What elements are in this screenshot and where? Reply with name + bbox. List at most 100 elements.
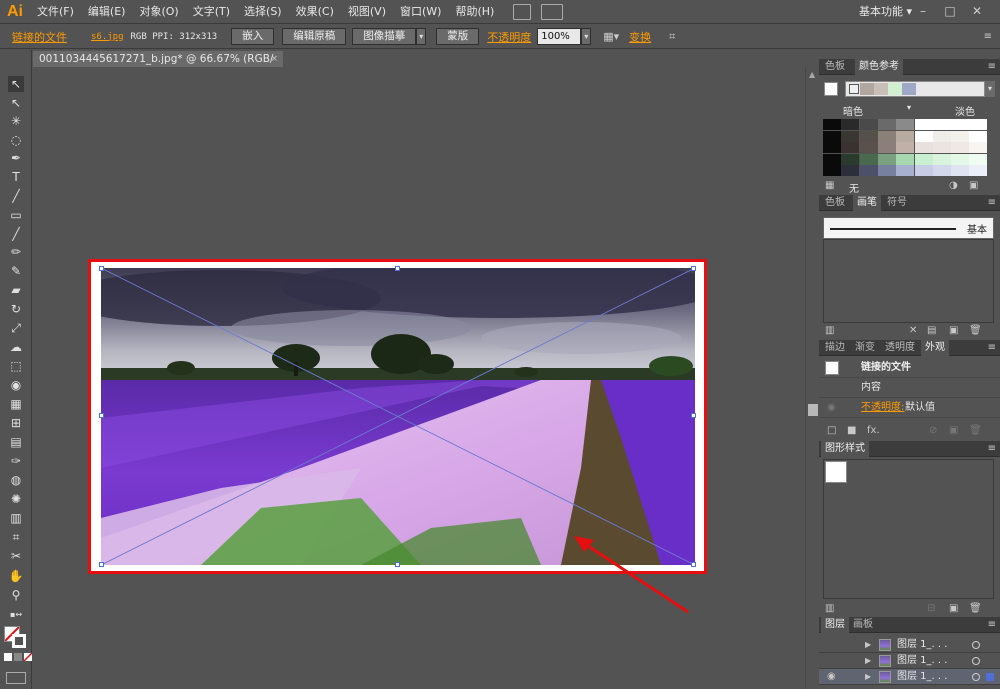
graphic-styles-menu-icon[interactable]: ≡ <box>988 441 996 457</box>
harmony-color-3[interactable] <box>874 83 888 95</box>
tab-symbols[interactable]: 符号 <box>883 195 911 211</box>
perspective-grid-tool-icon[interactable]: ▦ <box>8 396 24 412</box>
add-effect-icon[interactable]: fx. <box>867 425 880 436</box>
document-tab[interactable]: 0011034445617271_b.jpg* @ 66.67% (RGB/预览… <box>33 51 283 81</box>
none-mode-icon[interactable] <box>24 653 32 661</box>
brush-options-icon[interactable]: ▤ <box>927 325 936 336</box>
maximize-button[interactable]: □ <box>939 3 961 19</box>
pen-tool-icon[interactable]: ✒ <box>8 150 24 166</box>
close-tab-icon[interactable]: × <box>270 51 278 67</box>
tab-gradient[interactable]: 渐变 <box>851 340 879 356</box>
resize-handle-tl[interactable] <box>99 266 104 271</box>
layer-row[interactable]: ▶ 图层 1_. . . <box>819 653 1000 669</box>
layers-menu-icon[interactable]: ≡ <box>988 617 996 633</box>
default-graphic-style-swatch[interactable] <box>825 461 847 483</box>
color-guide-swatch[interactable] <box>896 142 915 154</box>
layer-row-selected[interactable]: ◉ ▶ 图层 1_. . . <box>819 669 1000 685</box>
color-guide-swatch[interactable] <box>877 130 896 142</box>
menu-effect[interactable]: 效果(C) <box>289 0 341 24</box>
harmony-color-2[interactable] <box>860 83 874 95</box>
artboard-tool-icon[interactable]: ⌗ <box>8 529 24 545</box>
menu-view[interactable]: 视图(V) <box>341 0 393 24</box>
color-guide-swatch[interactable] <box>969 119 988 130</box>
color-guide-swatch[interactable] <box>859 165 878 177</box>
workspace-switcher[interactable]: 基本功能 ▾ <box>859 0 912 24</box>
menu-type[interactable]: 文字(T) <box>186 0 237 24</box>
resize-handle-b[interactable] <box>395 562 400 567</box>
save-group-icon[interactable]: ▣ <box>969 180 978 191</box>
slice-tool-icon[interactable]: ✂ <box>8 548 24 564</box>
menu-file[interactable]: 文件(F) <box>30 0 81 24</box>
menu-object[interactable]: 对象(O) <box>132 0 185 24</box>
brushes-menu-icon[interactable]: ≡ <box>988 195 996 211</box>
warp-tool-icon[interactable]: ☁ <box>8 339 24 355</box>
lasso-tool-icon[interactable]: ◌ <box>8 132 24 148</box>
placed-image-lavender-field[interactable] <box>101 268 695 565</box>
new-graphic-style-icon[interactable]: ▣ <box>949 603 958 614</box>
recolor-icon[interactable]: ▦▾ <box>603 30 619 43</box>
color-guide-swatch[interactable] <box>969 142 988 154</box>
color-guide-swatch[interactable] <box>823 153 841 165</box>
color-guide-swatch[interactable] <box>877 165 896 177</box>
minimize-button[interactable]: – <box>912 3 934 19</box>
selection-tool-icon[interactable]: ↖ <box>8 76 24 92</box>
expand-arrow-icon[interactable]: ▶ <box>865 637 871 653</box>
color-guide-swatch[interactable] <box>823 130 841 142</box>
color-guide-swatch[interactable] <box>877 153 896 165</box>
tab-transparency[interactable]: 透明度 <box>881 340 919 356</box>
color-guide-swatch[interactable] <box>969 130 988 142</box>
opacity-attribute-link[interactable]: 不透明度: <box>861 398 904 418</box>
panel-menu-icon[interactable]: ≡ <box>984 31 992 42</box>
color-guide-swatch[interactable] <box>896 119 915 130</box>
magic-wand-tool-icon[interactable]: ✳ <box>8 113 24 129</box>
transform-link[interactable]: 变换 <box>629 29 651 45</box>
brush-libraries-icon[interactable]: ▥ <box>825 325 834 336</box>
variation-dropdown-icon[interactable]: ▾ <box>907 103 911 112</box>
default-colors-icon[interactable]: ▪↔ <box>8 607 24 623</box>
color-guide-swatch[interactable] <box>859 153 878 165</box>
color-guide-swatch[interactable] <box>859 130 878 142</box>
menu-window[interactable]: 窗口(W) <box>393 0 448 24</box>
arrange-documents-icon[interactable] <box>541 3 564 20</box>
menu-select[interactable]: 选择(S) <box>237 0 289 24</box>
color-guide-swatch[interactable] <box>951 142 970 154</box>
blend-tool-icon[interactable]: ◍ <box>8 472 24 488</box>
delete-item-icon[interactable]: 🗑 <box>969 425 982 436</box>
hand-tool-icon[interactable]: ✋ <box>8 568 24 584</box>
color-guide-swatch[interactable] <box>823 165 841 177</box>
break-link-icon[interactable]: ⊟ <box>927 603 935 614</box>
color-guide-swatch[interactable] <box>914 153 933 165</box>
zoom-tool-icon[interactable]: ⚲ <box>8 587 24 603</box>
color-guide-swatch[interactable] <box>896 130 915 142</box>
color-guide-swatch[interactable] <box>951 153 970 165</box>
tab-swatches-2[interactable]: 色板 <box>821 195 849 211</box>
linked-file-link[interactable]: 链接的文件 <box>12 29 67 45</box>
target-circle-icon[interactable] <box>972 673 980 681</box>
duplicate-item-icon[interactable]: ▣ <box>949 425 958 436</box>
color-guide-swatch[interactable] <box>969 165 988 177</box>
scrollbar-thumb[interactable] <box>808 404 818 416</box>
color-guide-swatch[interactable] <box>859 142 878 154</box>
color-guide-swatch[interactable] <box>969 153 988 165</box>
delete-brush-icon[interactable]: 🗑 <box>969 325 982 336</box>
expand-arrow-icon[interactable]: ▶ <box>865 669 871 685</box>
color-guide-swatch[interactable] <box>914 119 933 130</box>
color-guide-swatch[interactable] <box>841 165 860 177</box>
image-trace-dropdown[interactable]: ▾ <box>416 28 427 45</box>
gradient-tool-icon[interactable]: ▤ <box>8 434 24 450</box>
tab-graphic-styles[interactable]: 图形样式 <box>821 441 869 457</box>
appearance-title-row[interactable]: 链接的文件 <box>819 358 1000 378</box>
harmony-color-4[interactable] <box>888 83 902 95</box>
image-trace-button[interactable]: 图像描摹 <box>352 28 417 45</box>
brush-item-basic[interactable]: 基本 <box>823 217 994 239</box>
color-guide-swatch[interactable] <box>951 130 970 142</box>
color-guide-swatch[interactable] <box>823 142 841 154</box>
limit-color-group-icon[interactable]: ▦ <box>825 180 834 191</box>
line-tool-icon[interactable]: ╱ <box>8 188 24 204</box>
tab-brushes[interactable]: 画笔 <box>853 195 881 211</box>
color-guide-swatch[interactable] <box>841 142 860 154</box>
eyedropper-tool-icon[interactable]: ✑ <box>8 453 24 469</box>
color-guide-swatch[interactable] <box>951 119 970 130</box>
base-color-swatch[interactable] <box>824 82 838 96</box>
color-guide-swatch[interactable] <box>877 119 896 130</box>
